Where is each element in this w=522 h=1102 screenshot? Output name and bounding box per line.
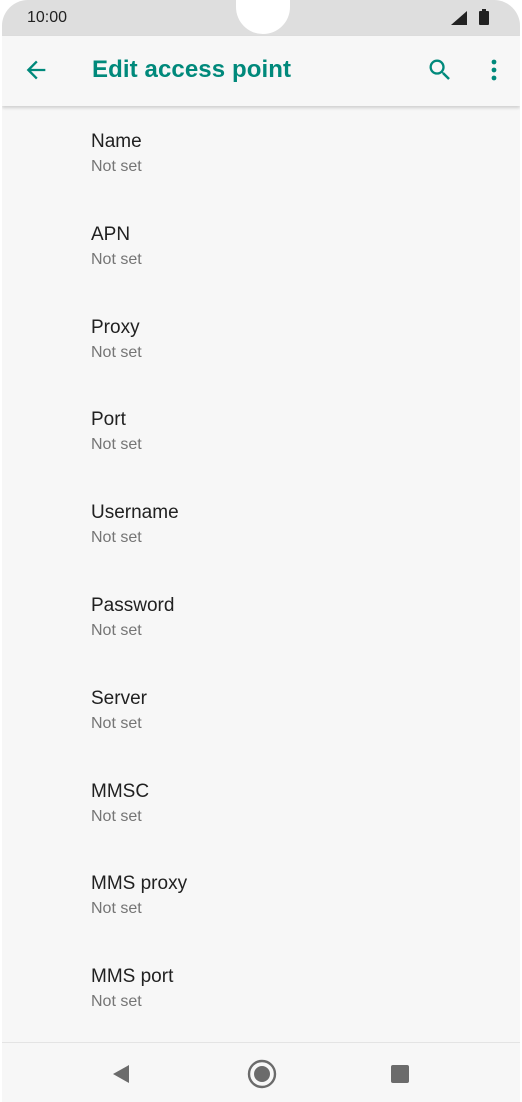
- setting-value: Not set: [91, 714, 142, 732]
- back-arrow-icon[interactable]: [22, 56, 50, 84]
- setting-username[interactable]: Username Not set: [2, 477, 520, 570]
- setting-value: Not set: [91, 621, 142, 639]
- more-vert-icon[interactable]: [483, 56, 505, 84]
- navigation-bar: [2, 1042, 520, 1102]
- setting-name[interactable]: Name Not set: [2, 106, 520, 199]
- camera-notch: [236, 0, 290, 34]
- apn-settings-list: Name Not set APN Not set Proxy Not set P…: [2, 106, 520, 1034]
- search-icon[interactable]: [426, 56, 454, 84]
- setting-server[interactable]: Server Not set: [2, 663, 520, 756]
- setting-title: APN: [91, 223, 131, 245]
- nav-back-icon[interactable]: [110, 1063, 132, 1085]
- setting-value: Not set: [91, 158, 142, 175]
- phone-screen: 10:00 Edit access point Name Not set APN…: [2, 0, 520, 1102]
- setting-title: MMS port: [91, 966, 174, 988]
- setting-mmsc[interactable]: MMSC Not set: [2, 756, 520, 849]
- status-time: 10:00: [27, 9, 68, 26]
- setting-title: Name: [91, 131, 142, 152]
- signal-icon: [451, 11, 467, 25]
- battery-icon: [479, 9, 489, 25]
- setting-port[interactable]: Port Not set: [2, 384, 520, 477]
- setting-title: Proxy: [91, 316, 140, 338]
- setting-title: Username: [91, 502, 179, 524]
- setting-value: Not set: [91, 993, 142, 1011]
- setting-title: Server: [91, 687, 147, 709]
- setting-value: Not set: [91, 900, 142, 918]
- setting-password[interactable]: Password Not set: [2, 570, 520, 663]
- setting-title: MMSC: [91, 780, 150, 802]
- setting-title: MMS proxy: [91, 873, 188, 895]
- setting-mms-proxy[interactable]: MMS proxy Not set: [2, 848, 520, 941]
- page-title: Edit access point: [92, 56, 292, 83]
- setting-value: Not set: [91, 529, 142, 547]
- status-bar: 10:00: [2, 0, 520, 36]
- setting-value: Not set: [91, 343, 142, 361]
- nav-recents-icon[interactable]: [389, 1063, 411, 1085]
- app-bar: Edit access point: [2, 36, 520, 106]
- setting-value: Not set: [91, 807, 142, 825]
- setting-apn[interactable]: APN Not set: [2, 199, 520, 292]
- setting-title: Password: [91, 594, 175, 616]
- setting-proxy[interactable]: Proxy Not set: [2, 292, 520, 385]
- nav-home-icon[interactable]: [246, 1058, 278, 1090]
- setting-mms-port[interactable]: MMS port Not set: [2, 941, 520, 1034]
- setting-value: Not set: [91, 250, 142, 268]
- setting-title: Port: [91, 409, 126, 431]
- setting-value: Not set: [91, 436, 142, 454]
